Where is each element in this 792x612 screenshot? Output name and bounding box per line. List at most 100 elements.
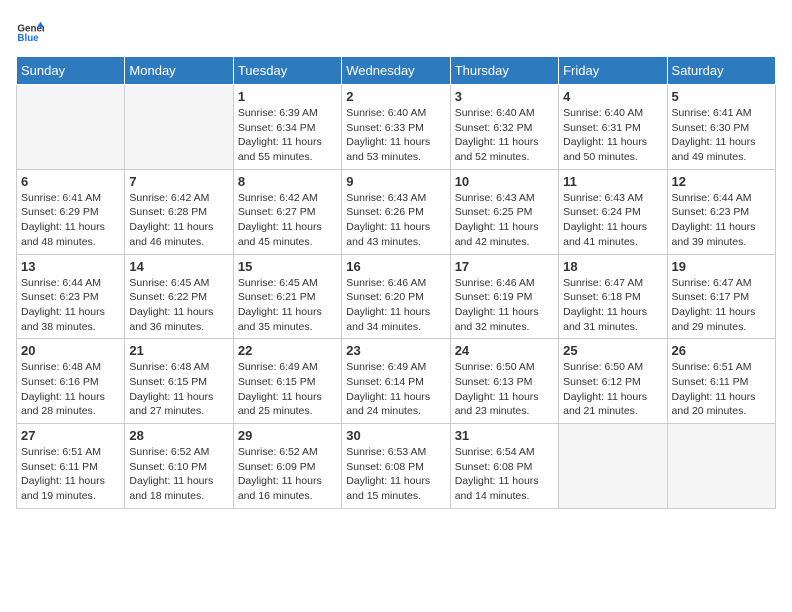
calendar-cell: 19 Sunrise: 6:47 AMSunset: 6:17 PMDayligh… xyxy=(667,254,775,339)
logo: General Blue xyxy=(16,16,48,44)
day-number: 6 xyxy=(21,174,120,189)
calendar-cell: 1 Sunrise: 6:39 AMSunset: 6:34 PMDaylight… xyxy=(233,85,341,170)
weekday-saturday: Saturday xyxy=(667,57,775,85)
day-info: Sunrise: 6:43 AMSunset: 6:24 PMDaylight:… xyxy=(563,191,662,250)
calendar-cell: 9Sunrise: 6:43 AMSunset: 6:26 PMDaylight… xyxy=(342,169,450,254)
day-number: 1 xyxy=(238,89,337,104)
calendar-body: 1 Sunrise: 6:39 AMSunset: 6:34 PMDaylight… xyxy=(17,85,776,509)
day-info: Sunrise: 6:39 AMSunset: 6:34 PMDaylight:… xyxy=(238,106,337,165)
day-info: Sunrise: 6:48 AMSunset: 6:16 PMDaylight:… xyxy=(21,360,120,419)
calendar-table: SundayMondayTuesdayWednesdayThursdayFrid… xyxy=(16,56,776,509)
weekday-tuesday: Tuesday xyxy=(233,57,341,85)
day-number: 5 xyxy=(672,89,771,104)
day-info: Sunrise: 6:48 AMSunset: 6:15 PMDaylight:… xyxy=(129,360,228,419)
day-info: Sunrise: 6:54 AMSunset: 6:08 PMDaylight:… xyxy=(455,445,554,504)
calendar-cell: 18Sunrise: 6:47 AMSunset: 6:18 PMDayligh… xyxy=(559,254,667,339)
day-info: Sunrise: 6:47 AMSunset: 6:17 PMDaylight:… xyxy=(672,276,771,335)
day-number: 2 xyxy=(346,89,445,104)
day-number: 17 xyxy=(455,259,554,274)
calendar-cell: 24 Sunrise: 6:50 AMSunset: 6:13 PMDayligh… xyxy=(450,339,558,424)
weekday-sunday: Sunday xyxy=(17,57,125,85)
logo-icon: General Blue xyxy=(16,16,44,44)
calendar-cell xyxy=(125,85,233,170)
day-number: 10 xyxy=(455,174,554,189)
day-info: Sunrise: 6:50 AMSunset: 6:13 PMDaylight:… xyxy=(455,360,554,419)
day-info: Sunrise: 6:51 AMSunset: 6:11 PMDaylight:… xyxy=(21,445,120,504)
day-number: 14 xyxy=(129,259,228,274)
calendar-week-5: 27Sunrise: 6:51 AMSunset: 6:11 PMDayligh… xyxy=(17,424,776,509)
day-info: Sunrise: 6:40 AMSunset: 6:32 PMDaylight:… xyxy=(455,106,554,165)
day-number: 26 xyxy=(672,343,771,358)
day-number: 13 xyxy=(21,259,120,274)
calendar-cell: 23 Sunrise: 6:49 AMSunset: 6:14 PMDayligh… xyxy=(342,339,450,424)
weekday-friday: Friday xyxy=(559,57,667,85)
calendar-cell: 16Sunrise: 6:46 AMSunset: 6:20 PMDayligh… xyxy=(342,254,450,339)
calendar-cell: 10 Sunrise: 6:43 AMSunset: 6:25 PMDayligh… xyxy=(450,169,558,254)
day-info: Sunrise: 6:41 AMSunset: 6:30 PMDaylight:… xyxy=(672,106,771,165)
calendar-cell: 7Sunrise: 6:42 AMSunset: 6:28 PMDaylight… xyxy=(125,169,233,254)
day-number: 30 xyxy=(346,428,445,443)
day-number: 12 xyxy=(672,174,771,189)
calendar-week-2: 6 Sunrise: 6:41 AMSunset: 6:29 PMDaylight… xyxy=(17,169,776,254)
day-number: 15 xyxy=(238,259,337,274)
day-info: Sunrise: 6:45 AMSunset: 6:21 PMDaylight:… xyxy=(238,276,337,335)
day-info: Sunrise: 6:44 AMSunset: 6:23 PMDaylight:… xyxy=(21,276,120,335)
calendar-cell: 15 Sunrise: 6:45 AMSunset: 6:21 PMDayligh… xyxy=(233,254,341,339)
calendar-cell: 2 Sunrise: 6:40 AMSunset: 6:33 PMDaylight… xyxy=(342,85,450,170)
page-header: General Blue xyxy=(16,16,776,44)
day-number: 24 xyxy=(455,343,554,358)
day-number: 18 xyxy=(563,259,662,274)
day-info: Sunrise: 6:50 AMSunset: 6:12 PMDaylight:… xyxy=(563,360,662,419)
calendar-cell: 4Sunrise: 6:40 AMSunset: 6:31 PMDaylight… xyxy=(559,85,667,170)
calendar-cell: 17Sunrise: 6:46 AMSunset: 6:19 PMDayligh… xyxy=(450,254,558,339)
day-info: Sunrise: 6:40 AMSunset: 6:33 PMDaylight:… xyxy=(346,106,445,165)
day-number: 25 xyxy=(563,343,662,358)
day-number: 21 xyxy=(129,343,228,358)
day-info: Sunrise: 6:51 AMSunset: 6:11 PMDaylight:… xyxy=(672,360,771,419)
calendar-cell: 22 Sunrise: 6:49 AMSunset: 6:15 PMDayligh… xyxy=(233,339,341,424)
day-info: Sunrise: 6:43 AMSunset: 6:26 PMDaylight:… xyxy=(346,191,445,250)
day-info: Sunrise: 6:45 AMSunset: 6:22 PMDaylight:… xyxy=(129,276,228,335)
calendar-cell xyxy=(667,424,775,509)
day-info: Sunrise: 6:53 AMSunset: 6:08 PMDaylight:… xyxy=(346,445,445,504)
weekday-wednesday: Wednesday xyxy=(342,57,450,85)
weekday-header-row: SundayMondayTuesdayWednesdayThursdayFrid… xyxy=(17,57,776,85)
day-info: Sunrise: 6:49 AMSunset: 6:14 PMDaylight:… xyxy=(346,360,445,419)
day-info: Sunrise: 6:41 AMSunset: 6:29 PMDaylight:… xyxy=(21,191,120,250)
calendar-cell xyxy=(559,424,667,509)
calendar-cell xyxy=(17,85,125,170)
day-number: 22 xyxy=(238,343,337,358)
calendar-cell: 25 Sunrise: 6:50 AMSunset: 6:12 PMDayligh… xyxy=(559,339,667,424)
calendar-week-3: 13 Sunrise: 6:44 AMSunset: 6:23 PMDayligh… xyxy=(17,254,776,339)
day-number: 19 xyxy=(672,259,771,274)
calendar-cell: 5 Sunrise: 6:41 AMSunset: 6:30 PMDaylight… xyxy=(667,85,775,170)
calendar-cell: 28Sunrise: 6:52 AMSunset: 6:10 PMDayligh… xyxy=(125,424,233,509)
calendar-cell: 12Sunrise: 6:44 AMSunset: 6:23 PMDayligh… xyxy=(667,169,775,254)
day-info: Sunrise: 6:52 AMSunset: 6:09 PMDaylight:… xyxy=(238,445,337,504)
day-number: 23 xyxy=(346,343,445,358)
calendar-cell: 6 Sunrise: 6:41 AMSunset: 6:29 PMDaylight… xyxy=(17,169,125,254)
calendar-cell: 20 Sunrise: 6:48 AMSunset: 6:16 PMDayligh… xyxy=(17,339,125,424)
calendar-cell: 11 Sunrise: 6:43 AMSunset: 6:24 PMDayligh… xyxy=(559,169,667,254)
calendar-cell: 21 Sunrise: 6:48 AMSunset: 6:15 PMDayligh… xyxy=(125,339,233,424)
weekday-thursday: Thursday xyxy=(450,57,558,85)
day-info: Sunrise: 6:49 AMSunset: 6:15 PMDaylight:… xyxy=(238,360,337,419)
day-number: 7 xyxy=(129,174,228,189)
day-number: 4 xyxy=(563,89,662,104)
calendar-cell: 3 Sunrise: 6:40 AMSunset: 6:32 PMDaylight… xyxy=(450,85,558,170)
day-number: 3 xyxy=(455,89,554,104)
calendar-cell: 26 Sunrise: 6:51 AMSunset: 6:11 PMDayligh… xyxy=(667,339,775,424)
day-number: 20 xyxy=(21,343,120,358)
day-number: 11 xyxy=(563,174,662,189)
day-number: 29 xyxy=(238,428,337,443)
day-info: Sunrise: 6:43 AMSunset: 6:25 PMDaylight:… xyxy=(455,191,554,250)
calendar-week-1: 1 Sunrise: 6:39 AMSunset: 6:34 PMDaylight… xyxy=(17,85,776,170)
svg-text:Blue: Blue xyxy=(17,33,39,44)
calendar-cell: 30 Sunrise: 6:53 AMSunset: 6:08 PMDayligh… xyxy=(342,424,450,509)
calendar-cell: 14 Sunrise: 6:45 AMSunset: 6:22 PMDayligh… xyxy=(125,254,233,339)
weekday-monday: Monday xyxy=(125,57,233,85)
day-number: 8 xyxy=(238,174,337,189)
day-number: 31 xyxy=(455,428,554,443)
day-number: 28 xyxy=(129,428,228,443)
calendar-cell: 27Sunrise: 6:51 AMSunset: 6:11 PMDayligh… xyxy=(17,424,125,509)
